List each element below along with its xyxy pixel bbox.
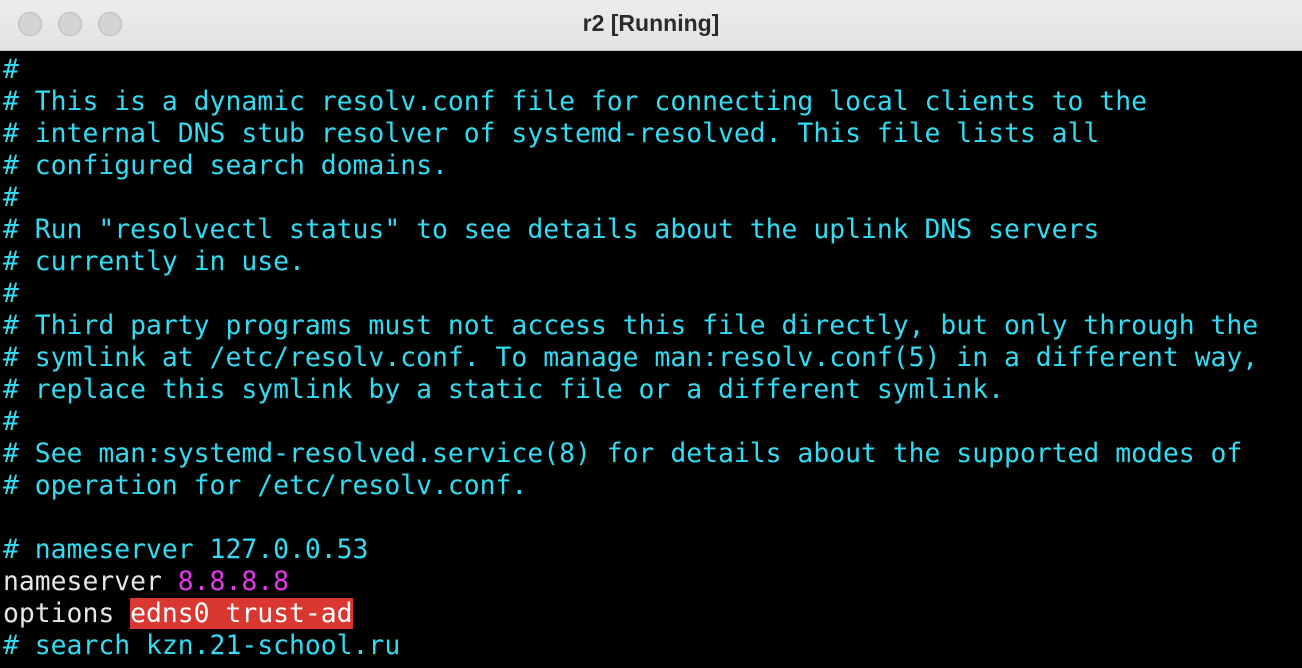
comment-line: # symlink at /etc/resolv.conf. To manage… <box>3 342 1259 373</box>
comment-line: # Run "resolvectl status" to see details… <box>3 214 1100 245</box>
vm-window: r2 [Running] # # This is a dynamic resol… <box>0 0 1302 668</box>
comment-line: # See man:systemd-resolved.service(8) fo… <box>3 438 1243 469</box>
window-title: r2 [Running] <box>582 10 720 36</box>
comment-line: # Third party programs must not access t… <box>3 310 1259 341</box>
options-line: options edns0 trust-ad <box>3 598 353 630</box>
comment-line: # This is a dynamic resolv.conf file for… <box>3 86 1147 117</box>
comment-line: # <box>3 54 19 85</box>
nameserver-keyword: nameserver <box>3 566 162 597</box>
comment-line: # configured search domains. <box>3 150 448 181</box>
comment-line: # <box>3 406 19 437</box>
nameserver-line: nameserver 8.8.8.8 <box>3 566 289 598</box>
comment-line: # currently in use. <box>3 246 305 277</box>
comment-line: # <box>3 278 19 309</box>
comment-line: # <box>3 182 19 213</box>
options-value-highlight: edns0 trust-ad <box>130 598 353 629</box>
terminal-screen[interactable]: # # This is a dynamic resolv.conf file f… <box>0 52 1302 668</box>
options-keyword: options <box>3 598 115 629</box>
title-bar[interactable]: r2 [Running] <box>0 0 1302 51</box>
nameserver-ip: 8.8.8.8 <box>177 566 290 597</box>
comment-line: # operation for /etc/resolv.conf. <box>3 470 528 501</box>
commented-nameserver-line: # nameserver 127.0.0.53 <box>3 534 369 565</box>
search-comment-line: # search kzn.21-school.ru <box>3 630 401 661</box>
comment-line: # internal DNS stub resolver of systemd-… <box>3 118 1100 149</box>
comment-line: # replace this symlink by a static file … <box>3 374 1004 405</box>
